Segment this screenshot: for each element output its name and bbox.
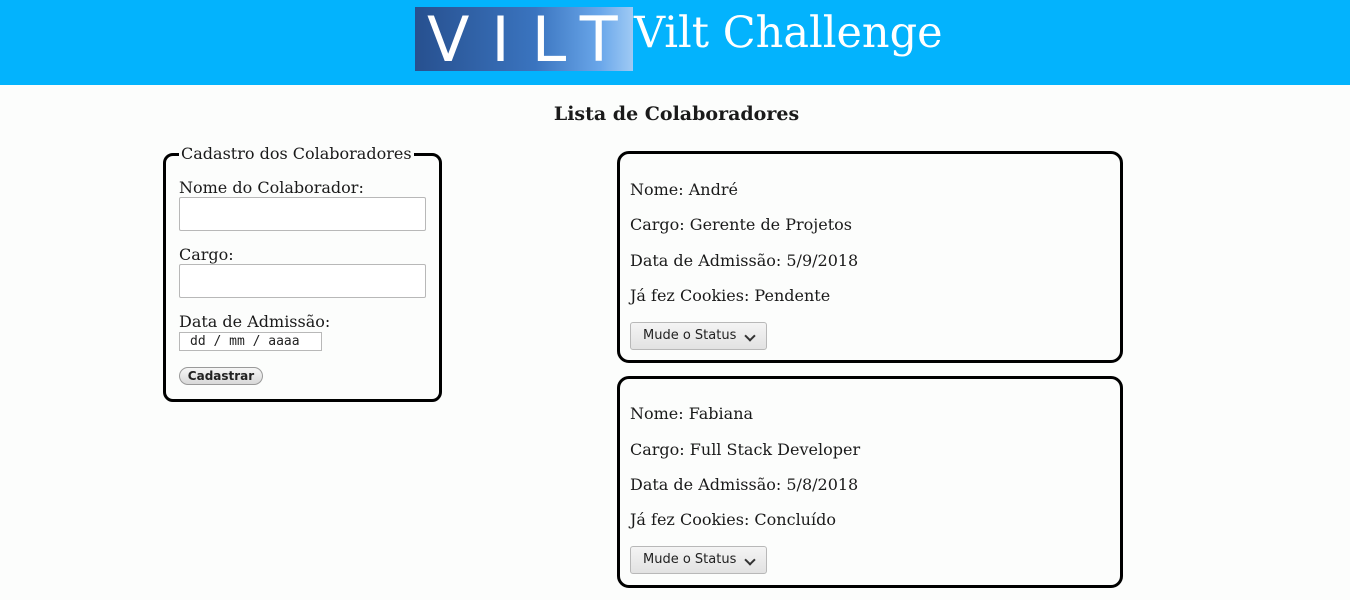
chevron-down-icon: [744, 330, 756, 342]
role-input[interactable]: [179, 264, 426, 298]
status-select[interactable]: Mude o Status: [630, 322, 767, 350]
collaborator-cookies-status: Já fez Cookies: Pendente: [630, 286, 831, 305]
collaborator-admission: Data de Admissão: 5/8/2018: [630, 475, 859, 494]
status-select-label: Mude o Status: [643, 328, 737, 343]
collaborator-role: Cargo: Full Stack Developer: [630, 440, 861, 459]
admission-date-input[interactable]: dd / mm / aaaa: [179, 332, 322, 351]
app-title: Vilt Challenge: [634, 8, 943, 58]
logo-text: VILT: [427, 7, 633, 71]
collaborator-admission: Data de Admissão: 5/9/2018: [630, 251, 859, 270]
collaborator-name: Nome: André: [630, 180, 738, 199]
status-select-label: Mude o Status: [643, 552, 737, 567]
list-heading: Lista de Colaboradores: [553, 103, 800, 125]
name-label: Nome do Colaborador:: [179, 178, 364, 197]
name-input[interactable]: [179, 197, 426, 231]
collaborator-role: Cargo: Gerente de Projetos: [630, 215, 852, 234]
collaborator-name: Nome: Fabiana: [630, 404, 754, 423]
register-button[interactable]: Cadastrar: [179, 367, 263, 385]
admission-date-label: Data de Admissão:: [179, 312, 331, 331]
collaborator-cookies-status: Já fez Cookies: Concluído: [630, 510, 836, 529]
chevron-down-icon: [744, 554, 756, 566]
role-label: Cargo:: [179, 245, 234, 264]
vilt-logo: VILT: [415, 7, 633, 71]
status-select[interactable]: Mude o Status: [630, 546, 767, 574]
app-header: VILT Vilt Challenge: [0, 0, 1350, 85]
form-legend: Cadastro dos Colaboradores: [181, 144, 412, 163]
